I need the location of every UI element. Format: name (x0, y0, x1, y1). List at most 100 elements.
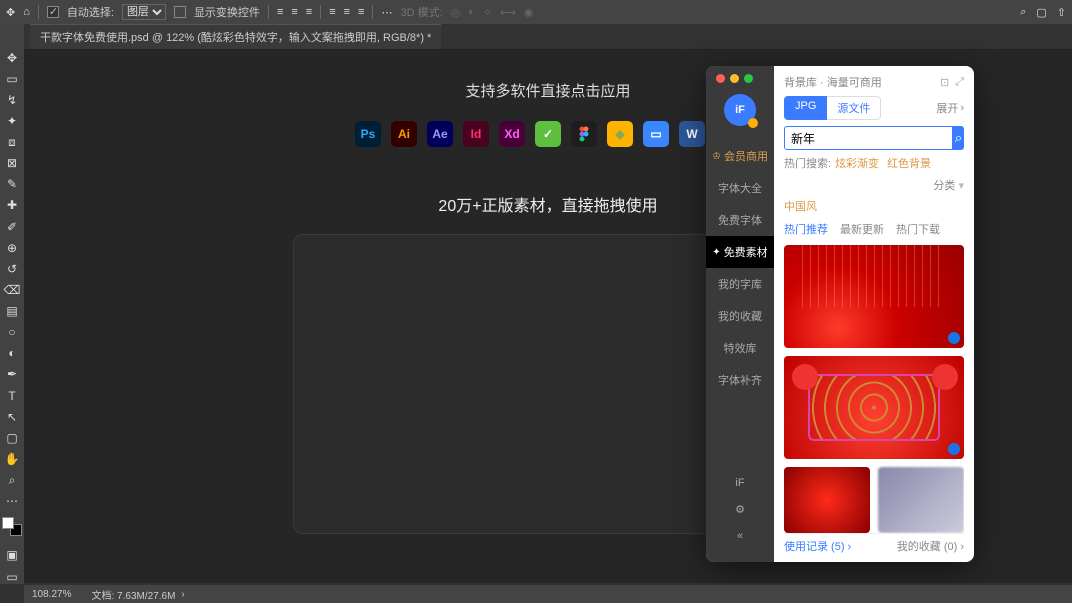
filter-downloads[interactable]: 热门下载 (896, 221, 940, 237)
aftereffects-icon[interactable]: Ae (427, 121, 453, 147)
edit-toolbar-icon[interactable]: ⋯ (4, 494, 20, 509)
filter-newest[interactable]: 最新更新 (840, 221, 884, 237)
hand-tool-icon[interactable]: ✋ (4, 451, 20, 466)
close-icon[interactable] (716, 74, 725, 83)
stamp-tool-icon[interactable]: ⊕ (4, 240, 20, 255)
brush-tool-icon[interactable]: ✐ (4, 219, 20, 234)
3d-slide-icon: ⟷ (500, 6, 516, 19)
hot-tag[interactable]: 红色背景 (887, 156, 931, 174)
coreldraw-icon[interactable]: ✓ (535, 121, 561, 147)
sort-button[interactable]: 分类 ▾ (933, 178, 964, 196)
search-icon[interactable]: ⌕ (1020, 6, 1026, 19)
color-swatch[interactable] (4, 519, 20, 534)
divider (38, 5, 39, 19)
frame-tool-icon[interactable]: ⊠ (4, 156, 20, 171)
quickmask-icon[interactable]: ▣ (4, 548, 20, 563)
results-grid[interactable] (784, 245, 964, 533)
align-left-icon[interactable]: ≡ (277, 6, 283, 18)
document-tab[interactable]: 干款字体免费使用.psd @ 122% (酷炫彩色特效字，输入文案拖拽即用, R… (30, 24, 441, 49)
figma-icon[interactable] (571, 121, 597, 147)
sidebar-item-freefonts[interactable]: 免费字体 (706, 204, 774, 236)
hot-tag[interactable]: 炫彩渐变 (835, 156, 879, 174)
usage-history-link[interactable]: 使用记录 (5) › (784, 538, 851, 554)
show-transform-label: 显示变换控件 (194, 4, 260, 20)
panel-title: 背景库 · 海量可商用 (784, 74, 882, 90)
panel-sidebar: iF ♔会员商用 字体大全 免费字体 ✦免费素材 我的字库 我的收藏 特效库 字… (706, 66, 774, 562)
material-thumbnail[interactable] (878, 467, 964, 533)
panel-main: 背景库 · 海量可商用 ⊡ ⤢ JPG 源文件 展开› ⌕ 热门搜索: 炫彩渐变… (774, 66, 974, 562)
chevron-right-icon[interactable]: › (181, 589, 184, 600)
search-button[interactable]: ⌕ (953, 126, 964, 150)
search-icon: ⌕ (955, 130, 962, 145)
zoom-tool-icon[interactable]: ⌕ (4, 473, 20, 488)
dodge-tool-icon[interactable]: ◐ (4, 346, 20, 361)
wand-tool-icon[interactable]: ✦ (4, 113, 20, 128)
marquee-tool-icon[interactable]: ▭ (4, 71, 20, 86)
show-transform-checkbox[interactable] (174, 6, 186, 18)
sidebar-item-vip[interactable]: ♔会员商用 (706, 140, 774, 172)
minimize-icon[interactable] (730, 74, 739, 83)
verified-badge-icon (948, 332, 960, 344)
illustrator-icon[interactable]: Ai (391, 121, 417, 147)
more-icon[interactable]: ⋯ (381, 6, 392, 19)
move-tool-icon[interactable]: ✥ (4, 50, 20, 65)
blur-tool-icon[interactable]: ○ (4, 325, 20, 340)
font-preview-icon[interactable]: iF (735, 477, 744, 489)
type-tool-icon[interactable]: T (4, 388, 20, 403)
home-icon[interactable]: ⌂ (23, 6, 30, 18)
share-icon[interactable]: ⇧ (1057, 6, 1066, 19)
collapse-icon[interactable]: « (737, 530, 743, 542)
layer-select[interactable]: 图层 (122, 4, 166, 20)
sidebar-item-freematerials[interactable]: ✦免费素材 (706, 236, 774, 268)
expand-button[interactable]: 展开› (936, 100, 964, 116)
zoom-level[interactable]: 108.27% (32, 589, 71, 600)
sidebar-item-effects[interactable]: 特效库 (706, 332, 774, 364)
sidebar-item-complement[interactable]: 字体补齐 (706, 364, 774, 396)
tab-source[interactable]: 源文件 (827, 96, 881, 120)
popout-icon[interactable]: ⤢ (955, 76, 964, 89)
screenmode-icon[interactable]: ▭ (4, 569, 20, 584)
gradient-tool-icon[interactable]: ▤ (4, 304, 20, 319)
shape-tool-icon[interactable]: ▢ (4, 430, 20, 445)
3d-zoom-icon: ◉ (524, 6, 534, 19)
indesign-icon[interactable]: Id (463, 121, 489, 147)
lasso-tool-icon[interactable]: ↯ (4, 92, 20, 107)
workspace-icon[interactable]: ▢ (1036, 6, 1046, 19)
favorites-link[interactable]: 我的收藏 (0) › (897, 538, 964, 554)
material-thumbnail[interactable] (784, 245, 964, 348)
photoshop-icon[interactable]: Ps (355, 121, 381, 147)
align-right-icon[interactable]: ≡ (306, 6, 312, 18)
heal-tool-icon[interactable]: ✚ (4, 198, 20, 213)
tab-jpg[interactable]: JPG (784, 96, 827, 120)
word-icon[interactable]: W (679, 121, 705, 147)
keynote-icon[interactable]: ▭ (643, 121, 669, 147)
align-mid-icon[interactable]: ≡ (344, 6, 350, 18)
filter-popular[interactable]: 热门推荐 (784, 221, 828, 237)
align-top-icon[interactable]: ≡ (329, 6, 335, 18)
window-controls (716, 74, 753, 83)
history-brush-icon[interactable]: ↺ (4, 261, 20, 276)
search-input[interactable] (784, 126, 953, 150)
sidebar-item-fonts[interactable]: 字体大全 (706, 172, 774, 204)
align-bottom-icon[interactable]: ≡ (358, 6, 364, 18)
eyedropper-tool-icon[interactable]: ✎ (4, 177, 20, 192)
path-tool-icon[interactable]: ↖ (4, 409, 20, 424)
hot-tag[interactable]: 中国风 (784, 199, 960, 217)
crop-tool-icon[interactable]: ⧈ (4, 135, 20, 150)
eraser-tool-icon[interactable]: ⌫ (4, 282, 20, 297)
filter-icon: ▾ (958, 180, 964, 192)
auto-select-checkbox[interactable]: ✓ (47, 6, 59, 18)
settings-icon[interactable]: ⚙ (735, 503, 745, 516)
sidebar-item-favorites[interactable]: 我的收藏 (706, 300, 774, 332)
maximize-icon[interactable] (744, 74, 753, 83)
sidebar-item-myfonts[interactable]: 我的字库 (706, 268, 774, 300)
sketch-icon[interactable]: ◆ (607, 121, 633, 147)
align-center-icon[interactable]: ≡ (291, 6, 297, 18)
material-thumbnail[interactable] (784, 356, 964, 459)
pen-tool-icon[interactable]: ✒ (4, 367, 20, 382)
move-tool-icon[interactable]: ✥ (6, 6, 15, 19)
xd-icon[interactable]: Xd (499, 121, 525, 147)
material-thumbnail[interactable] (784, 467, 870, 533)
pin-icon[interactable]: ⊡ (940, 76, 949, 89)
plugin-logo-icon[interactable]: iF (724, 94, 756, 126)
